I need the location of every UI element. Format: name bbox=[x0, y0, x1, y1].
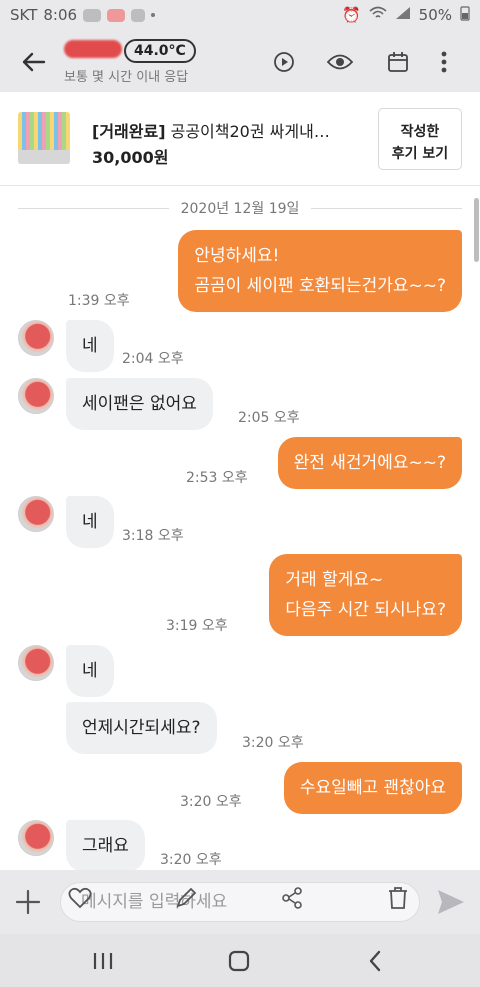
outgoing-message[interactable]: 완전 새건거에요~~? bbox=[277, 437, 462, 489]
message-time: 3:19 오후 bbox=[166, 618, 228, 634]
back-icon[interactable] bbox=[360, 948, 390, 974]
product-info-bar[interactable]: [거래완료] 공공이책20권 싸게내… 30,000원 작성한 후기 보기 bbox=[0, 92, 480, 186]
date-divider: 2020년 12월 19일 bbox=[18, 198, 462, 218]
trash-icon[interactable] bbox=[384, 884, 412, 912]
system-nav-bar bbox=[0, 934, 480, 987]
message-time: 3:20 오후 bbox=[180, 794, 242, 810]
notification-icon bbox=[131, 8, 146, 22]
more-vertical-icon[interactable] bbox=[430, 48, 458, 76]
avatar[interactable] bbox=[18, 496, 54, 532]
back-arrow-icon[interactable] bbox=[18, 46, 50, 78]
battery-label: 50% bbox=[418, 6, 452, 24]
avatar[interactable] bbox=[18, 820, 54, 856]
incoming-message[interactable]: 네 bbox=[66, 645, 114, 697]
message-time: 2:05 오후 bbox=[238, 410, 300, 426]
message-line: 다음주 시간 되시나요? bbox=[285, 600, 446, 620]
clock: 8:06 bbox=[43, 6, 78, 24]
heart-icon[interactable] bbox=[66, 884, 94, 912]
trade-status-tag: [거래완료] bbox=[92, 122, 166, 141]
battery-icon bbox=[460, 5, 470, 25]
chat-header: 44.0°C 보통 몇 시간 이내 응답 bbox=[0, 30, 480, 92]
avatar[interactable] bbox=[18, 320, 54, 356]
notification-icon bbox=[107, 8, 126, 22]
manner-temperature-badge: 44.0°C bbox=[124, 39, 196, 63]
eye-icon[interactable] bbox=[326, 48, 354, 76]
outgoing-message[interactable]: 안녕하세요! 곰곰이 세이팬 호환되는건가요~~? bbox=[178, 230, 462, 312]
share-icon[interactable] bbox=[278, 884, 306, 912]
message-time: 3:20 오후 bbox=[160, 852, 222, 868]
incoming-message[interactable]: 네 bbox=[66, 320, 114, 372]
outgoing-message[interactable]: 수요일빼고 괜찮아요 bbox=[283, 762, 462, 814]
response-status: 보통 몇 시간 이내 응답 bbox=[64, 70, 189, 85]
incoming-message[interactable]: 네 bbox=[66, 496, 114, 548]
message-time: 2:53 오후 bbox=[186, 470, 248, 486]
message-time: 3:18 오후 bbox=[122, 528, 184, 544]
incoming-message[interactable]: 언제시간되세요? bbox=[66, 702, 217, 754]
video-call-icon[interactable] bbox=[270, 48, 298, 76]
alarm-icon: ⏰ bbox=[341, 6, 361, 24]
user-name-redacted bbox=[64, 40, 122, 58]
message-line: 안녕하세요! bbox=[194, 246, 280, 266]
product-title-text: 공공이책20권 싸게내… bbox=[170, 122, 330, 141]
product-thumbnail[interactable] bbox=[18, 112, 70, 164]
chat-scrollbar[interactable] bbox=[474, 198, 479, 262]
message-time: 3:20 오후 bbox=[242, 735, 304, 751]
product-price: 30,000원 bbox=[92, 148, 169, 167]
status-bar: SKT 8:06 ⏰ 50% bbox=[0, 0, 480, 30]
more-notifications-icon bbox=[151, 13, 156, 17]
product-title: [거래완료] 공공이책20권 싸게내… bbox=[92, 118, 330, 142]
recent-apps-icon[interactable] bbox=[88, 948, 118, 974]
date-label: 2020년 12월 19일 bbox=[180, 201, 300, 217]
message-line: 거래 할게요~ bbox=[285, 570, 384, 590]
incoming-message[interactable]: 세이팬은 없어요 bbox=[66, 378, 213, 430]
home-icon[interactable] bbox=[224, 948, 254, 974]
signal-icon bbox=[395, 6, 411, 24]
notification-icon bbox=[83, 8, 102, 22]
avatar[interactable] bbox=[18, 378, 54, 414]
chat-area[interactable]: 2020년 12월 19일 안녕하세요! 곰곰이 세이팬 호환되는건가요~~? … bbox=[0, 186, 480, 872]
message-line: 곰곰이 세이팬 호환되는건가요~~? bbox=[194, 276, 446, 296]
pencil-icon[interactable] bbox=[172, 884, 200, 912]
plus-icon[interactable] bbox=[14, 888, 42, 916]
carrier-label: SKT bbox=[10, 6, 38, 24]
outgoing-message[interactable]: 거래 할게요~ 다음주 시간 되시나요? bbox=[269, 554, 462, 636]
incoming-message[interactable]: 그래요 bbox=[66, 820, 145, 872]
avatar[interactable] bbox=[18, 645, 54, 681]
wifi-icon bbox=[369, 6, 387, 24]
message-time: 2:04 오후 bbox=[122, 351, 184, 367]
calendar-icon[interactable] bbox=[384, 48, 412, 76]
message-time: 1:39 오후 bbox=[68, 293, 130, 309]
send-icon[interactable] bbox=[436, 888, 466, 916]
view-review-button[interactable]: 작성한 후기 보기 bbox=[378, 108, 462, 170]
message-input[interactable] bbox=[60, 882, 420, 922]
